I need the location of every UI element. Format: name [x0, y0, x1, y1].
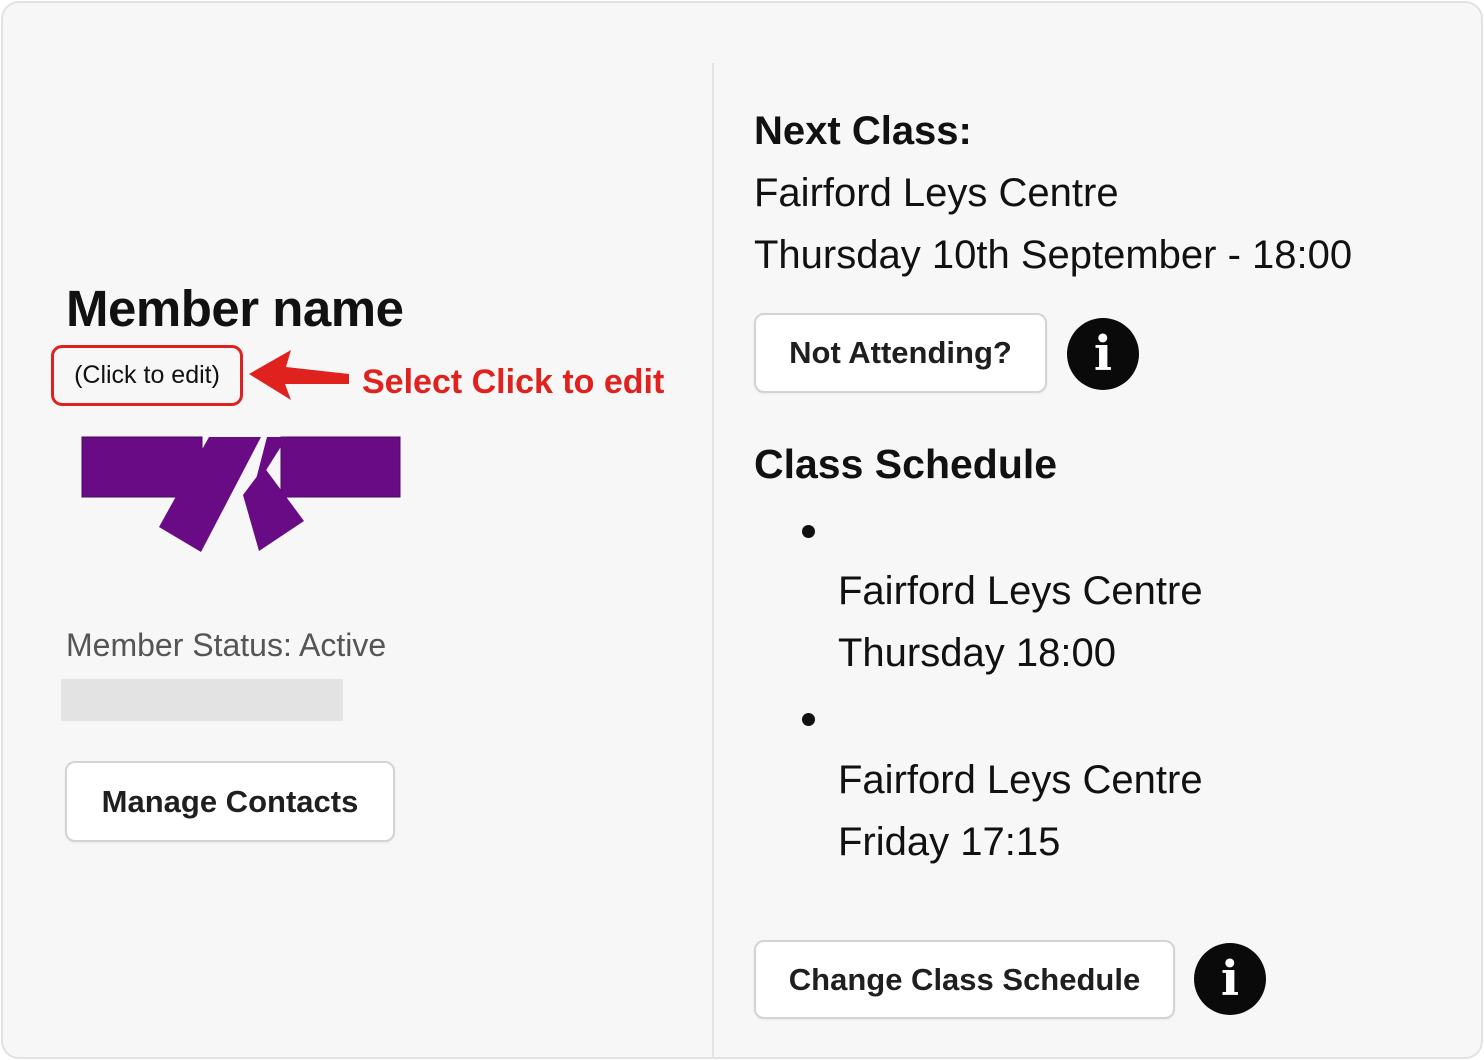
manage-contacts-button[interactable]: Manage Contacts: [65, 761, 395, 842]
list-bullet: [802, 713, 815, 726]
next-class-location: Fairford Leys Centre: [754, 171, 1119, 215]
click-to-edit-link[interactable]: (Click to edit): [51, 345, 243, 406]
class-schedule-heading: Class Schedule: [754, 441, 1058, 487]
member-name-heading: Member name: [66, 280, 404, 337]
schedule-item-time: Thursday 18:00: [838, 631, 1116, 675]
annotation-callout: Select Click to edit: [362, 363, 665, 401]
annotation-arrow-icon: [249, 350, 349, 400]
redacted-field: [61, 679, 343, 721]
info-icon[interactable]: i: [1067, 318, 1139, 390]
member-dashboard-card: Member name (Click to edit) Select Click…: [1, 1, 1483, 1059]
member-status-text: Member Status: Active: [66, 627, 387, 663]
next-class-heading: Next Class:: [754, 109, 972, 153]
info-icon[interactable]: i: [1194, 943, 1266, 1015]
column-divider: [712, 63, 714, 1057]
next-class-datetime: Thursday 10th September - 18:00: [754, 233, 1353, 277]
purple-belt-icon: [81, 436, 401, 552]
list-bullet: [802, 525, 815, 538]
change-class-schedule-button[interactable]: Change Class Schedule: [754, 940, 1175, 1019]
schedule-item-location: Fairford Leys Centre: [838, 758, 1203, 802]
schedule-item-location: Fairford Leys Centre: [838, 569, 1203, 613]
not-attending-button[interactable]: Not Attending?: [754, 313, 1047, 393]
schedule-item-time: Friday 17:15: [838, 820, 1061, 864]
